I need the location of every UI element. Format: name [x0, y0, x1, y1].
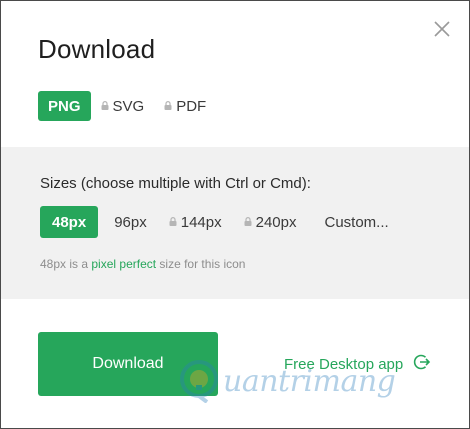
size-144px[interactable]: 144px	[159, 206, 232, 238]
size-label: 48px	[52, 213, 87, 231]
lock-icon	[244, 216, 252, 226]
size-hint: 48px is a pixel perfect size for this ic…	[40, 257, 245, 271]
format-svg[interactable]: SVG	[91, 91, 155, 121]
close-icon	[434, 21, 450, 37]
pixel-perfect-link[interactable]: pixel perfect	[91, 257, 156, 271]
dialog-title: Download	[38, 34, 156, 64]
sizes-panel: Sizes (choose multiple with Ctrl or Cmd)…	[1, 147, 469, 299]
size-label: 96px	[114, 213, 147, 231]
lock-icon	[101, 100, 109, 110]
format-label: PNG	[48, 97, 81, 115]
size-96px[interactable]: 96px	[104, 206, 157, 238]
download-button[interactable]: Download	[38, 332, 218, 396]
download-label: Download	[92, 355, 164, 372]
format-pdf[interactable]: PDF	[154, 91, 216, 121]
format-png[interactable]: PNG	[38, 91, 91, 121]
size-label: 144px	[180, 213, 222, 231]
desktop-link-label: Free Desktop app	[284, 355, 404, 373]
format-selector: PNG SVG PDF	[38, 91, 216, 121]
size-custom[interactable]: Custom...	[314, 206, 398, 238]
hint-suffix: size for this icon	[159, 257, 246, 271]
format-label: SVG	[112, 97, 145, 115]
size-label: Custom...	[324, 213, 389, 231]
download-dialog: Download PNG SVG PDF Sizes (choose multi…	[0, 0, 470, 429]
size-selector: 48px 96px 144px 240px Custom...	[40, 206, 399, 238]
circle-arrow-icon	[413, 353, 431, 375]
size-240px[interactable]: 240px	[234, 206, 307, 238]
hint-prefix: 48px is a	[40, 257, 89, 271]
close-button[interactable]	[430, 17, 454, 41]
size-label: 240px	[255, 213, 297, 231]
lock-icon	[164, 100, 172, 110]
lock-icon	[169, 216, 177, 226]
free-desktop-app-link[interactable]: Free Desktop app	[284, 353, 431, 375]
format-label: PDF	[176, 97, 207, 115]
sizes-label: Sizes (choose multiple with Ctrl or Cmd)…	[40, 175, 311, 192]
size-48px[interactable]: 48px	[40, 206, 99, 238]
